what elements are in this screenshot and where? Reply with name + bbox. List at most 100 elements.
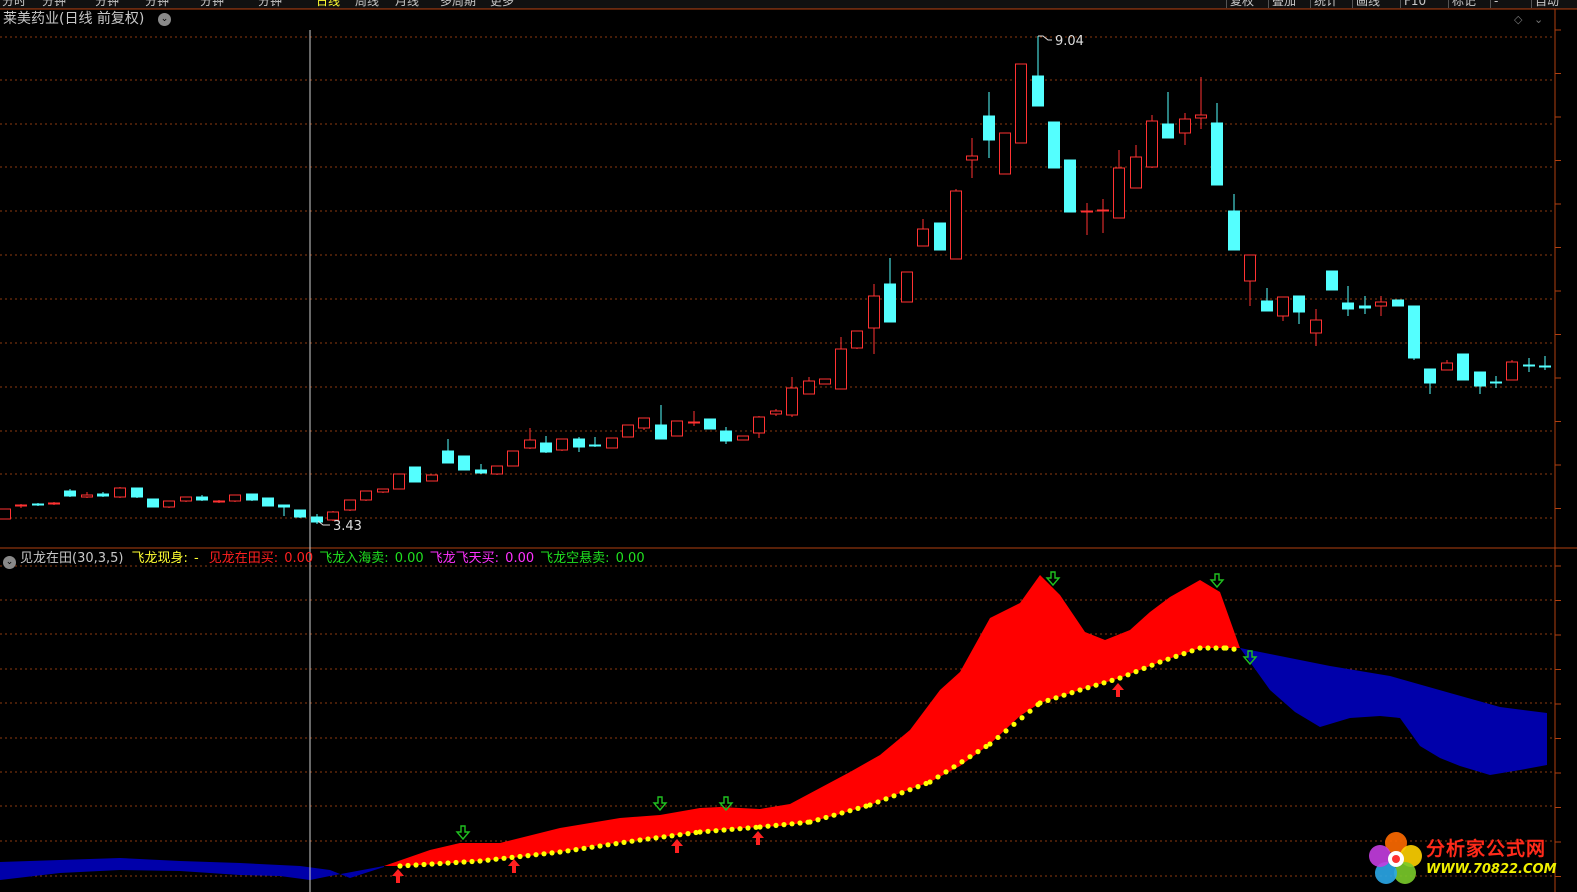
- signal-dot: [645, 836, 651, 842]
- signal-dot: [613, 841, 619, 847]
- candle-body-up: [1097, 209, 1109, 212]
- toolbar-item-6[interactable]: 日线: [316, 0, 340, 8]
- signal-dot: [975, 749, 981, 755]
- watermark-site-name: 分析家公式网: [1426, 838, 1547, 860]
- signal-dot: [1069, 690, 1075, 696]
- legend-s4-label: 飞龙飞天买:: [429, 551, 500, 566]
- signal-dot: [1165, 656, 1171, 662]
- candle-body-down: [1228, 210, 1240, 251]
- toolbar-right-item-1[interactable]: 叠加: [1272, 0, 1296, 8]
- candle-body-down: [196, 496, 208, 501]
- signal-dot: [445, 860, 451, 866]
- candle-body-up: [1081, 210, 1093, 213]
- signal-dot: [589, 844, 595, 850]
- panel-chevron-icon[interactable]: ⌄: [1534, 13, 1543, 26]
- signal-dot: [797, 820, 803, 826]
- chart-title: 莱美药业(日线 前复权): [3, 9, 144, 29]
- toolbar-right-item-7[interactable]: 自动: [1535, 0, 1559, 8]
- indicator-name[interactable]: 见龙在田(30,3,5): [20, 551, 124, 566]
- toolbar-item-2[interactable]: 分钟: [95, 0, 119, 8]
- buy-arrow-icon: [752, 831, 764, 845]
- candle-body-down: [1490, 381, 1502, 384]
- legend-s3-label: 飞龙入海卖:: [319, 551, 389, 566]
- toolbar-right-item-0[interactable]: 复权: [1230, 0, 1254, 8]
- candle-body-up: [737, 435, 749, 441]
- signal-dot: [847, 808, 853, 814]
- diamond-icon[interactable]: ◇: [1514, 13, 1522, 26]
- candle-body-down: [1293, 295, 1305, 313]
- toolbar-right-item-3[interactable]: 画线: [1356, 0, 1380, 8]
- signal-dot: [413, 862, 419, 868]
- signal-dot: [1223, 645, 1229, 651]
- signal-dot: [685, 831, 691, 837]
- signal-dot: [1061, 692, 1067, 698]
- signal-dot: [987, 741, 993, 747]
- signal-dot: [493, 856, 499, 862]
- candle-body-up: [999, 132, 1011, 175]
- toolbar-item-10[interactable]: 更多: [490, 0, 514, 8]
- title-dropdown-icon[interactable]: ⌄: [158, 13, 171, 26]
- candle-body-down: [246, 493, 258, 501]
- indicator-dropdown-icon[interactable]: ⌄: [3, 556, 16, 569]
- candle-body-down: [1048, 121, 1060, 169]
- candle-body-up: [344, 499, 356, 511]
- toolbar-item-3[interactable]: 分钟: [145, 0, 169, 8]
- high-price-label: 9.04: [1055, 34, 1084, 49]
- blue-band-left: [0, 858, 384, 880]
- toolbar-separator: [1268, 0, 1269, 8]
- signal-dot: [565, 848, 571, 854]
- signal-dot: [1125, 672, 1131, 678]
- candle-body-down: [1424, 368, 1436, 384]
- buy-arrow-icon: [508, 859, 520, 873]
- candle-body-up: [1375, 301, 1387, 307]
- candle-body-up: [360, 490, 372, 501]
- candle-body-up: [81, 494, 93, 498]
- signal-dot: [737, 826, 743, 832]
- signal-dot: [1037, 700, 1043, 706]
- candle-body-up: [491, 465, 503, 475]
- toolbar-right-item-2[interactable]: 统计: [1314, 0, 1338, 8]
- candle-body-down: [458, 455, 470, 471]
- candle-body-down: [1342, 302, 1354, 310]
- signal-dot: [1149, 662, 1155, 668]
- toolbar-right-item-4[interactable]: F10: [1404, 0, 1426, 8]
- toolbar-item-7[interactable]: 周线: [355, 0, 379, 8]
- low-price-label: 3.43: [333, 519, 362, 534]
- toolbar-item-8[interactable]: 月线: [395, 0, 419, 8]
- candle-body-up: [229, 494, 241, 502]
- candle-body-down: [589, 444, 601, 447]
- candle-body-up: [786, 387, 798, 416]
- candle-body-up: [1130, 156, 1142, 189]
- candle-body-up: [114, 487, 126, 498]
- toolbar-item-9[interactable]: 多周期: [440, 0, 476, 8]
- toolbar-item-0[interactable]: 分时: [2, 0, 26, 8]
- candle-body-down: [262, 497, 274, 507]
- toolbar-item-5[interactable]: 分钟: [258, 0, 282, 8]
- candle-body-up: [753, 416, 765, 434]
- chart-canvas[interactable]: 9.04 3.43: [0, 0, 1577, 892]
- signal-dot: [573, 847, 579, 853]
- signal-dot: [967, 754, 973, 760]
- candle-body-down: [934, 222, 946, 251]
- signal-dot: [1045, 697, 1051, 704]
- candle-body-up: [1146, 120, 1158, 168]
- candle-body-down: [475, 469, 487, 474]
- signal-dot: [661, 834, 667, 840]
- toolbar-right-item-6[interactable]: -: [1494, 0, 1498, 8]
- candle-body-down: [294, 509, 306, 518]
- toolbar-item-1[interactable]: 分钟: [42, 0, 66, 8]
- sell-arrow-icon: [1209, 573, 1225, 589]
- candle-body-up: [1244, 254, 1256, 282]
- candle-body-down: [147, 498, 159, 508]
- toolbar-right-item-5[interactable]: 标记: [1452, 0, 1476, 8]
- signal-dot: [891, 793, 897, 799]
- toolbar-separator: [1448, 0, 1449, 8]
- signal-dot: [1189, 648, 1195, 654]
- signal-dot: [1133, 669, 1139, 675]
- signal-dot: [1053, 695, 1059, 701]
- candle-body-down: [442, 450, 454, 464]
- signal-dot: [831, 812, 837, 818]
- candle-body-up: [1506, 361, 1518, 381]
- signal-dot: [1117, 675, 1123, 681]
- toolbar-item-4[interactable]: 分钟: [200, 0, 224, 8]
